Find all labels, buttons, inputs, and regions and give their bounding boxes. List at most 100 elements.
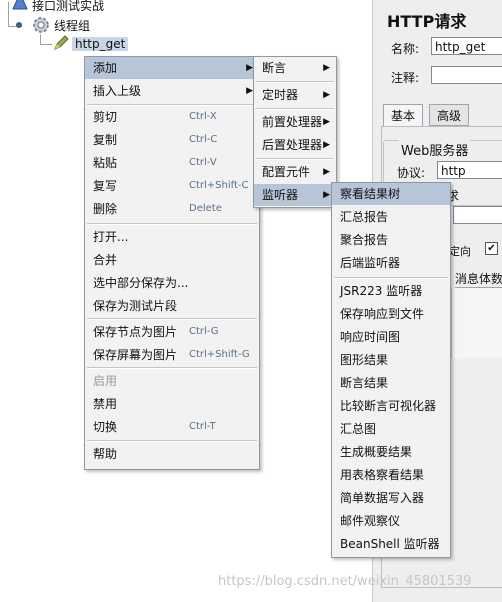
context_menu-item-shortcut: Ctrl+Shift-C [189,180,249,191]
context_menu-item-label: 删除 [93,202,118,216]
listener_submenu-item-9[interactable]: 比较断言可视化器 [332,395,450,417]
context_menu-item-4[interactable]: 粘贴 Ctrl-V [85,152,259,174]
listener_submenu-item-label: 用表格察看结果 [340,468,425,482]
context_menu-item-8[interactable]: 合并 [85,249,259,271]
listener_submenu-item-label: 保存响应到文件 [340,307,425,321]
add_submenu-item-3[interactable]: 后置处理器 ▶ [254,134,336,156]
listener_submenu-item-6[interactable]: 响应时间图 [332,326,450,348]
listener_submenu-item-15[interactable]: BeanShell 监听器 [332,533,450,555]
listener_submenu-item-5[interactable]: 保存响应到文件 [332,303,450,325]
body-data-label: 消息体数 [455,272,502,288]
listener_submenu-item-4[interactable]: JSR223 监听器 [332,280,450,302]
comment-field[interactable] [431,66,502,84]
listener_submenu-item-label: 图形结果 [340,353,389,367]
context_menu-item-14[interactable]: 禁用 [85,393,259,415]
tab-advanced[interactable]: 高级 [429,104,469,126]
context_menu-item-label: 保存为测试片段 [93,299,178,313]
context_menu-item-7[interactable]: 打开... [85,226,259,248]
listener_submenu-item-2[interactable]: 聚合报告 [332,229,450,251]
context_menu-item-5[interactable]: 复写 Ctrl+Shift-C [85,175,259,197]
flask-icon [12,0,28,10]
add_submenu-item-5[interactable]: 监听器 ▶ [254,184,336,206]
tree-connector [40,44,52,45]
add_submenu-item-label: 配置元件 [262,165,311,179]
submenu-arrow-icon: ▶ [323,190,330,200]
listener_submenu-item-11[interactable]: 生成概要结果 [332,441,450,463]
submenu-arrow-icon: ▶ [323,117,330,127]
context_menu-item-label: 剪切 [93,110,118,124]
tree-node-thread-group[interactable]: 线程组 [54,17,90,35]
context_menu-item-label: 帮助 [93,447,118,461]
context_menu-item-label: 粘贴 [93,156,118,170]
path-field[interactable] [453,206,502,224]
add_submenu-item-0[interactable]: 断言 ▶ [254,57,336,79]
expand-toggle-icon[interactable] [14,20,24,30]
context_menu-item-13: 启用 [85,370,259,392]
context_menu-item-16[interactable]: 帮助 [85,443,259,465]
name-label: 名称: [391,42,420,56]
listener_submenu-item-label: 生成概要结果 [340,445,413,459]
add-submenu: 断言 ▶ 定时器 ▶ 前置处理器 ▶ 后置处理器 ▶ 配置元件 ▶ 监听器 ▶ [253,56,337,208]
tree-node-http-get-label: http_get [72,37,129,51]
context_menu-item-1[interactable]: 插入上级 ▶ [85,80,259,102]
listener_submenu-item-12[interactable]: 用表格察看结果 [332,464,450,486]
context_menu-item-9[interactable]: 选中部分保存为... [85,272,259,294]
tree-node-root[interactable]: 接口测试实战 [32,0,104,15]
redirect-checkbox[interactable]: ✔ [485,242,498,255]
context_menu-item-label: 合并 [93,253,118,267]
context_menu-item-6[interactable]: 删除 Delete [85,198,259,220]
listener_submenu-item-8[interactable]: 断言结果 [332,372,450,394]
gear-icon [33,17,49,33]
context-menu: 添加 ▶ 插入上级 ▶ 剪切 Ctrl-X 复制 Ctrl-C 粘贴 Ctrl-V 复写 Ctrl+S… [84,56,260,470]
protocol-field[interactable]: http [437,161,502,179]
menu-separator [87,440,257,442]
tab-basic[interactable]: 基本 [383,104,423,126]
tree-node-http-get[interactable]: http_get [72,35,129,53]
body-data-area[interactable] [451,288,502,358]
listener_submenu-item-label: 后端监听器 [340,256,401,270]
add_submenu-item-4[interactable]: 配置元件 ▶ [254,161,336,183]
context_menu-item-15[interactable]: 切换 Ctrl-T [85,416,259,438]
listener_submenu-item-14[interactable]: 邮件观察仪 [332,510,450,532]
context_menu-item-label: 选中部分保存为... [93,276,189,290]
listener_submenu-item-label: 简单数据写入器 [340,491,425,505]
context_menu-item-label: 添加 [93,61,118,75]
listener_submenu-item-13[interactable]: 简单数据写入器 [332,487,450,509]
context_menu-item-shortcut: Ctrl-V [189,157,217,168]
context_menu-item-label: 禁用 [93,397,118,411]
context_menu-item-label: 插入上级 [93,84,142,98]
context_menu-item-11[interactable]: 保存节点为图片 Ctrl-G [85,321,259,343]
context_menu-item-shortcut: Ctrl+Shift-G [189,349,250,360]
name-field[interactable]: http_get [431,37,502,55]
submenu-arrow-icon: ▶ [323,63,330,73]
page-title: HTTP请求 [387,12,467,31]
tree-connector [40,34,41,44]
listener_submenu-item-label: 聚合报告 [340,233,389,247]
context_menu-item-0[interactable]: 添加 ▶ [85,57,259,79]
add_submenu-item-label: 后置处理器 [262,138,323,152]
context_menu-item-12[interactable]: 保存屏幕为图片 Ctrl+Shift-G [85,344,259,366]
context_menu-item-2[interactable]: 剪切 Ctrl-X [85,106,259,128]
menu-separator [87,104,257,106]
menu-separator [256,158,334,160]
context_menu-item-label: 保存节点为图片 [93,325,178,339]
menu-separator [334,277,448,279]
listener_submenu-item-1[interactable]: 汇总报告 [332,206,450,228]
context_menu-item-shortcut: Ctrl-G [189,326,219,337]
tree-node-thread-group-label: 线程组 [54,19,91,33]
add_submenu-item-1[interactable]: 定时器 ▶ [254,84,336,106]
listener_submenu-item-0[interactable]: 察看结果树 [332,183,450,205]
pencil-icon [54,35,69,50]
listener_submenu-item-7[interactable]: 图形结果 [332,349,450,371]
listener_submenu-item-label: 比较断言可视化器 [340,399,437,413]
listener_submenu-item-3[interactable]: 后端监听器 [332,252,450,274]
listener_submenu-item-label: 汇总图 [340,422,377,436]
context_menu-item-10[interactable]: 保存为测试片段 [85,295,259,317]
menu-separator [87,367,257,369]
redirect-label: 定向 [449,245,471,258]
context_menu-item-label: 打开... [93,230,129,244]
context_menu-item-3[interactable]: 复制 Ctrl-C [85,129,259,151]
listener_submenu-item-10[interactable]: 汇总图 [332,418,450,440]
listener-submenu: 察看结果树 汇总报告聚合报告后端监听器 JSR223 监听器保存响应到文件响应时间图… [331,182,451,558]
add_submenu-item-2[interactable]: 前置处理器 ▶ [254,111,336,133]
